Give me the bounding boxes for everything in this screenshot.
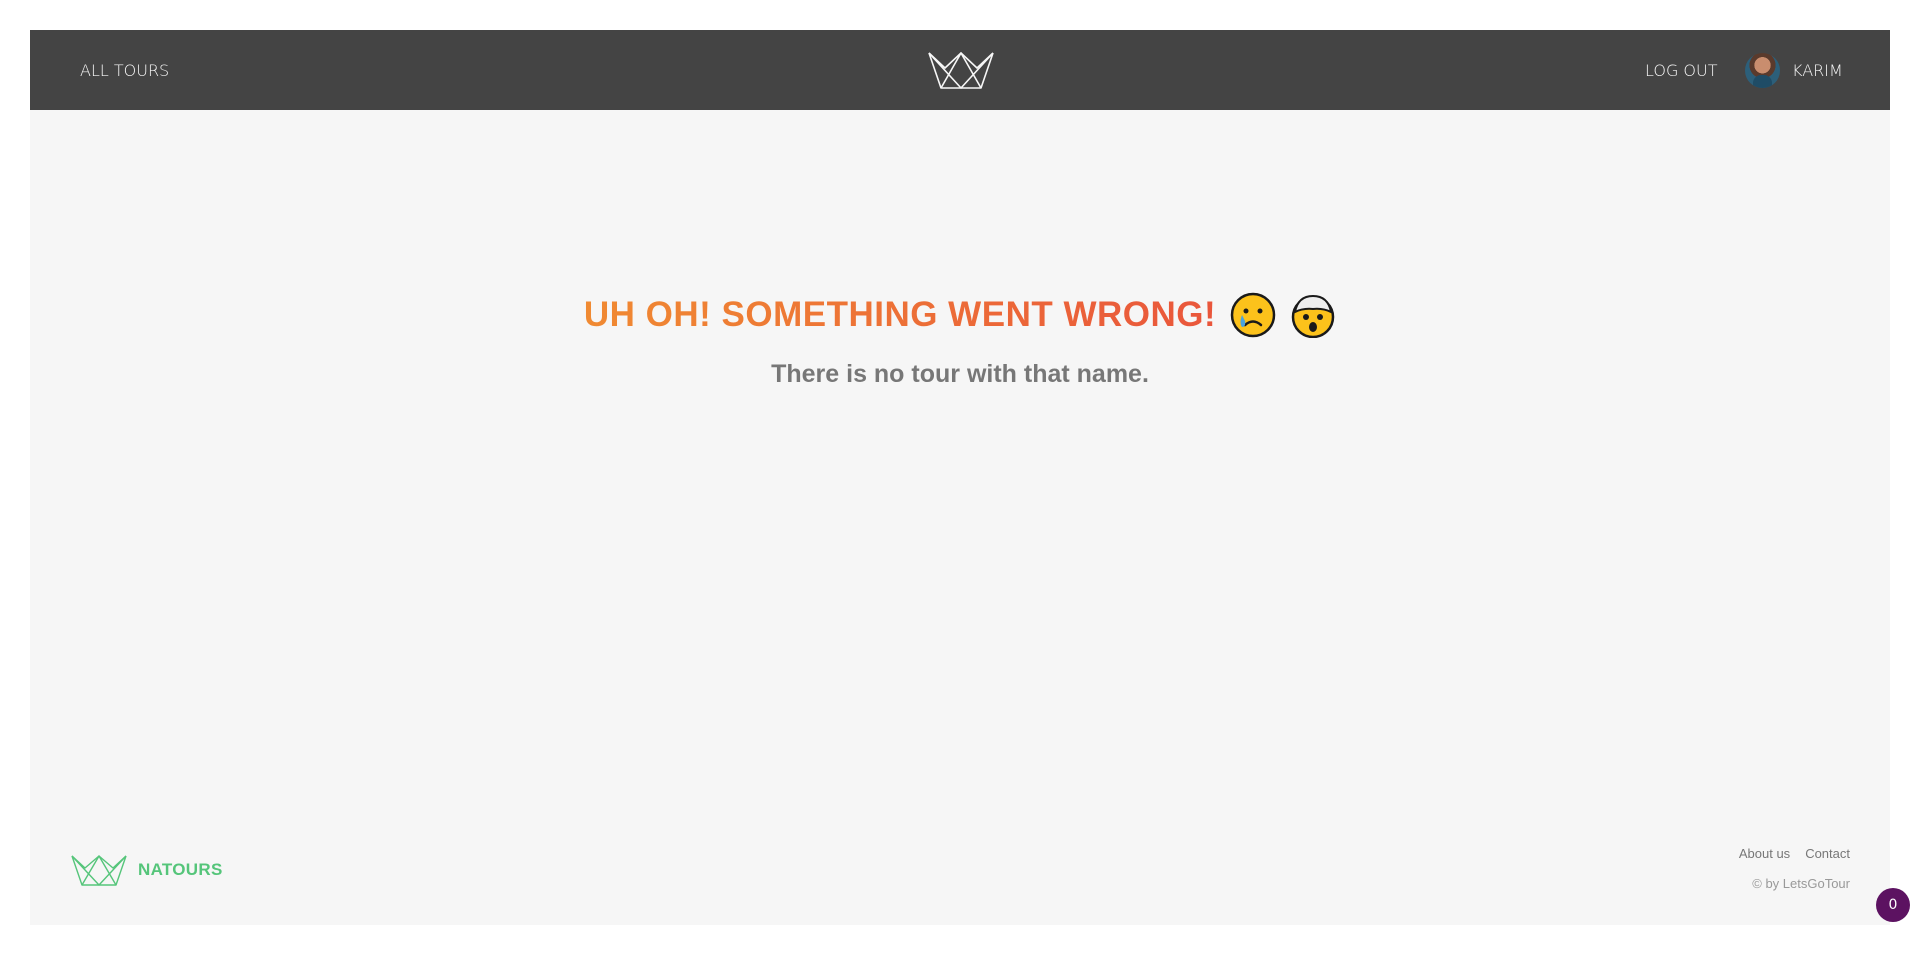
- footer-brand: NATOURS: [138, 860, 223, 879]
- about-us-link[interactable]: About us: [1739, 846, 1790, 861]
- crown-logo-icon: [71, 855, 127, 886]
- user-profile-link[interactable]: Karim: [1745, 30, 1843, 110]
- footer-nav: About us Contact: [1739, 846, 1850, 861]
- error-heading: Uh oh! Something went wrong!: [584, 292, 1336, 338]
- error-message: There is no tour with that name.: [771, 360, 1149, 388]
- top-nav-header: All tours Log out Karim: [30, 30, 1890, 110]
- error-title-text: Uh oh! Something went wrong!: [583, 295, 1217, 334]
- notification-badge[interactable]: 0: [1876, 888, 1910, 922]
- crying-face-emoji-icon: [1230, 292, 1276, 338]
- error-section: Uh oh! Something went wrong! There is no…: [30, 292, 1890, 389]
- crown-logo-icon[interactable]: [927, 50, 995, 90]
- exploding-head-emoji-icon: [1291, 294, 1335, 338]
- page-frame: All tours Log out Karim Uh oh! Something…: [30, 30, 1890, 925]
- copyright-text: © by LetsGoTour: [1752, 876, 1850, 891]
- footer-logo[interactable]: NATOURS: [70, 853, 223, 887]
- contact-link[interactable]: Contact: [1805, 846, 1850, 861]
- user-name: Karim: [1792, 60, 1843, 80]
- all-tours-link[interactable]: All tours: [80, 30, 169, 110]
- avatar: [1745, 52, 1780, 88]
- logout-button[interactable]: Log out: [1645, 30, 1718, 110]
